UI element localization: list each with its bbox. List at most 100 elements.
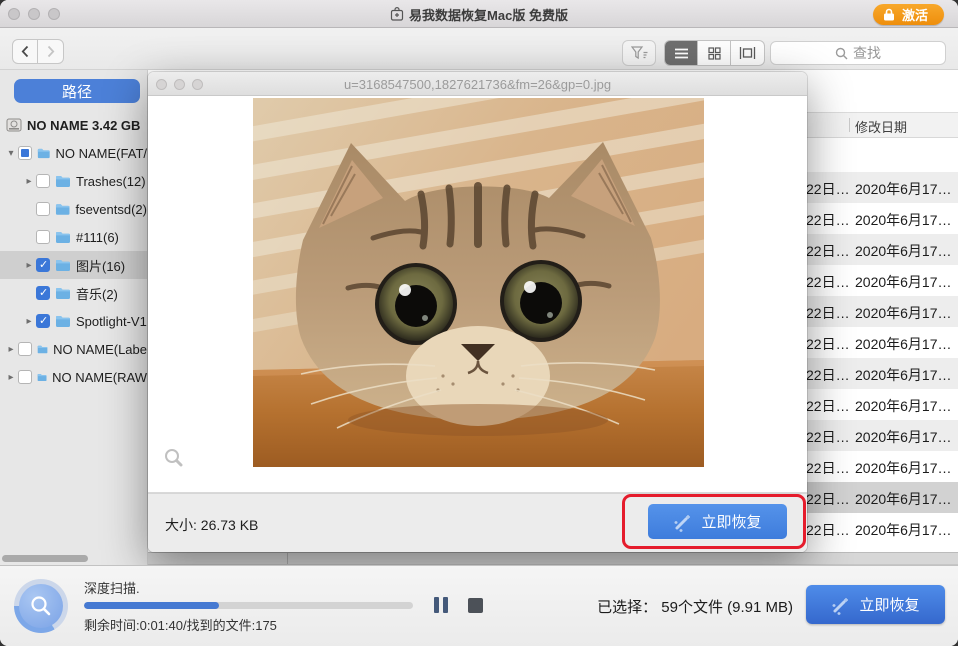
disclosure-triangle-icon[interactable]: ▸: [22, 316, 36, 327]
tree-item-#1116[interactable]: #111(6): [0, 223, 147, 251]
zoom-tool-icon[interactable]: [164, 448, 183, 472]
tree-item-label: NO NAME(Labe: [53, 341, 147, 357]
window-title: 易我数据恢复Mac版 免费版: [0, 0, 958, 28]
recover-now-button-main[interactable]: 立即恢复: [806, 585, 945, 624]
file-size-label: 大小:: [165, 517, 197, 533]
cell-created-date: 22日…: [806, 522, 850, 538]
filter-icon: [630, 46, 647, 60]
folder-icon: [55, 203, 70, 215]
device-item[interactable]: NO NAME 3.42 GB: [0, 111, 147, 139]
tree-item-16[interactable]: ▸ 图片(16): [0, 251, 147, 279]
disclosure-triangle-icon[interactable]: ▸: [22, 176, 36, 187]
folder-icon: [37, 345, 48, 353]
cell-modified-date: 2020年6月17…: [855, 367, 952, 383]
grid-view-button[interactable]: [698, 41, 731, 65]
preview-area: [148, 96, 807, 493]
tree-item-label: Spotlight-V1: [76, 313, 147, 329]
cell-created-date: 22日…: [806, 460, 850, 476]
checkbox-checked[interactable]: [36, 286, 50, 300]
recover-now-button-modal[interactable]: 立即恢复: [648, 504, 787, 539]
filter-button[interactable]: [622, 40, 656, 66]
preview-titlebar: u=3168547500,1827621736&fm=26&gp=0.jpg: [148, 72, 807, 96]
disclosure-triangle-icon[interactable]: ▸: [4, 372, 18, 383]
cell-modified-date: 2020年6月17…: [855, 336, 952, 352]
stop-scan-button[interactable]: [468, 598, 483, 613]
preview-dialog: u=3168547500,1827621736&fm=26&gp=0.jpg 大…: [148, 72, 807, 552]
checkbox-unchecked[interactable]: [36, 230, 50, 244]
search-input[interactable]: 查找: [770, 41, 946, 65]
grid-view-icon: [707, 46, 721, 60]
tree-item-spotlight-v1[interactable]: ▸ Spotlight-V1: [0, 307, 147, 335]
magic-wand-icon: [832, 597, 849, 615]
disclosure-triangle-icon[interactable]: ▸: [4, 344, 18, 355]
tree-item-nonamefat[interactable]: ▾ NO NAME(FAT/: [0, 139, 147, 167]
cell-modified-date: 2020年6月17…: [855, 212, 952, 228]
forward-button[interactable]: [38, 39, 64, 64]
cell-created-date: 22日…: [806, 398, 850, 414]
cell-modified-date: 2020年6月17…: [855, 274, 952, 290]
file-size: 大小: 26.73 KB: [165, 515, 258, 535]
window-titlebar: 易我数据恢复Mac版 免费版 激活: [0, 0, 958, 28]
scan-eta-label: 剩余时间:0:01:40/找到的文件:175: [84, 618, 277, 633]
chevron-left-icon: [21, 45, 29, 58]
cell-created-date: 22日…: [806, 491, 850, 507]
tree-item-trashes12[interactable]: ▸ Trashes(12): [0, 167, 147, 195]
app-window: 易我数据恢复Mac版 免费版 激活 查找 路径 NO NAME 3.42 GB …: [0, 0, 958, 646]
modified-date-header[interactable]: 修改日期: [855, 117, 907, 136]
window-title-text: 易我数据恢复Mac版 免费版: [409, 7, 568, 23]
chevron-right-icon: [47, 45, 54, 58]
back-button[interactable]: [12, 39, 38, 64]
tree-item-2[interactable]: 音乐(2): [0, 279, 147, 307]
folder-icon: [56, 231, 70, 243]
recover-now-label-main: 立即恢复: [859, 597, 920, 614]
checkbox-unchecked[interactable]: [36, 202, 50, 216]
path-tab-label: 路径: [61, 83, 92, 101]
cell-created-date: 22日…: [806, 336, 850, 352]
cell-created-date: 22日…: [806, 181, 850, 197]
tree-item-label: 图片(16): [76, 258, 126, 274]
activate-button[interactable]: 激活: [872, 4, 944, 25]
tree-item-fseventsd2[interactable]: fseventsd(2): [0, 195, 147, 223]
cell-modified-date: 2020年6月17…: [855, 522, 952, 538]
folder-icon: [56, 259, 70, 271]
checkbox-unchecked[interactable]: [36, 174, 50, 188]
checkbox-unchecked[interactable]: [18, 342, 32, 356]
tree-item-label: #111(6): [76, 229, 119, 245]
tree-item-nonamelabe[interactable]: ▸ NO NAME(Labe: [0, 335, 147, 363]
nav-buttons: [12, 39, 64, 64]
cell-created-date: 22日…: [806, 212, 850, 228]
folder-icon: [56, 315, 70, 327]
sidebar-horizontal-scrollbar[interactable]: [2, 555, 88, 562]
device-label: NO NAME 3.42 GB: [27, 117, 141, 133]
activate-button-label: 激活: [901, 8, 928, 23]
disclosure-triangle-icon[interactable]: ▸: [22, 260, 36, 271]
table-horizontal-scrollbar[interactable]: [148, 552, 958, 565]
cell-created-date: 22日…: [806, 243, 850, 259]
checkbox-checked[interactable]: [36, 258, 50, 272]
preview-image-cat: [253, 98, 704, 467]
file-tree: NO NAME 3.42 GB ▾ NO NAME(FAT/ ▸ Trashes(12…: [0, 111, 147, 391]
pause-scan-button[interactable]: [434, 597, 450, 613]
tree-item-label: 音乐(2): [76, 286, 118, 302]
cell-modified-date: 2020年6月17…: [855, 460, 952, 476]
preview-minimize-button[interactable]: [174, 79, 185, 90]
preview-close-button[interactable]: [156, 79, 167, 90]
disclosure-triangle-icon[interactable]: ▾: [4, 148, 18, 159]
tree-item-nonameraw[interactable]: ▸ NO NAME(RAW: [0, 363, 147, 391]
column-view-icon: [739, 47, 756, 59]
checkbox-partial[interactable]: [18, 146, 32, 160]
folder-icon: [37, 373, 47, 381]
selection-summary-label: 已选择：: [597, 599, 658, 616]
cell-modified-date: 2020年6月17…: [855, 491, 952, 507]
cell-created-date: 22日…: [806, 305, 850, 321]
list-view-button[interactable]: [665, 41, 698, 65]
column-view-button[interactable]: [731, 41, 764, 65]
scan-progress-bar: [84, 602, 413, 609]
tree-item-label: Trashes(12): [76, 173, 146, 189]
selection-summary-value: 59个文件 (9.91 MB): [661, 599, 793, 616]
scan-search-icon: [31, 596, 51, 616]
cell-modified-date: 2020年6月17…: [855, 243, 952, 259]
checkbox-checked[interactable]: [36, 314, 50, 328]
path-tab-button[interactable]: 路径: [14, 79, 140, 103]
checkbox-unchecked[interactable]: [18, 370, 32, 384]
